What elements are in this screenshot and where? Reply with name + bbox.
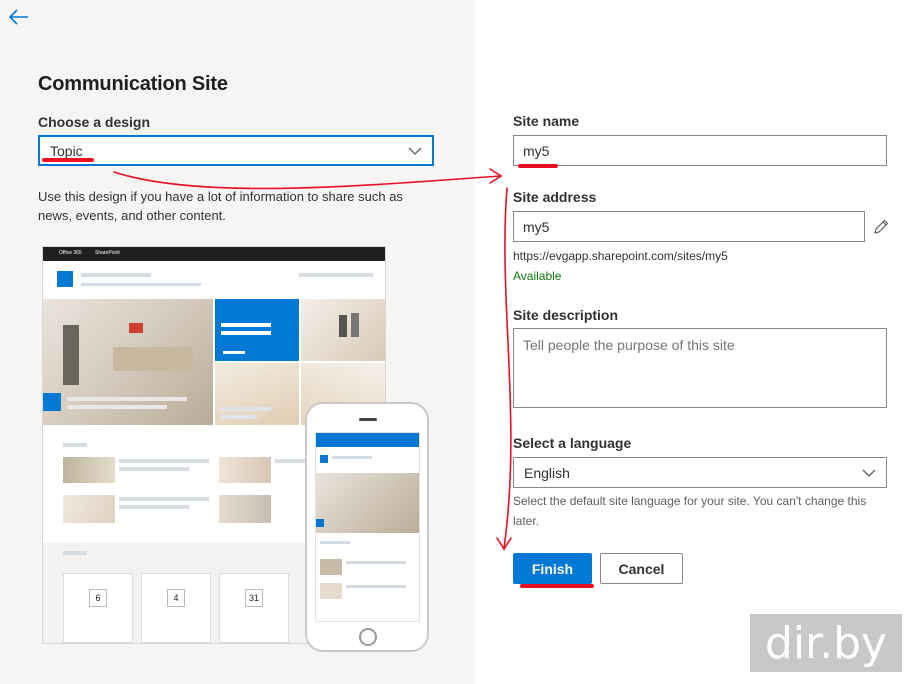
preview-suite-bar: Office 365 SharePoint [43, 247, 385, 261]
language-help-text: Select the default site language for you… [513, 494, 867, 528]
preview-sharepoint-label: SharePoint [95, 250, 120, 256]
language-dropdown-value: English [524, 464, 570, 481]
watermark: dir.by [750, 614, 902, 672]
site-url: https://evgapp.sharepoint.com/sites/my5 [513, 249, 728, 263]
edit-pencil-icon[interactable] [872, 218, 890, 236]
phone-preview-image [305, 402, 429, 652]
chevron-down-icon [862, 469, 876, 477]
preview-event-date: 31 [245, 589, 263, 607]
site-description-field[interactable] [513, 328, 887, 408]
preview-event-card [63, 573, 133, 643]
preview-event-card [219, 573, 289, 643]
availability-status: Available [513, 269, 562, 283]
language-label: Select a language [513, 435, 632, 451]
back-arrow-icon[interactable] [8, 8, 30, 26]
site-name-input[interactable]: my5 [513, 135, 887, 166]
site-address-input[interactable]: my5 [513, 211, 865, 242]
site-name-label: Site name [513, 113, 580, 129]
site-name-value: my5 [523, 142, 550, 159]
preview-event-date: 4 [167, 589, 185, 607]
site-address-value: my5 [523, 218, 550, 235]
language-dropdown[interactable]: English [513, 457, 887, 488]
finish-button[interactable]: Finish [513, 553, 592, 584]
design-description: Use this design if you have a lot of inf… [38, 189, 403, 223]
design-label: Choose a design [38, 114, 151, 130]
page-title: Communication Site [38, 73, 228, 95]
site-address-label: Site address [513, 189, 597, 205]
preview-office-label: Office 365 [59, 250, 82, 256]
chevron-down-icon [408, 147, 422, 155]
design-dropdown[interactable]: Topic [38, 135, 434, 166]
design-dropdown-value: Topic [50, 142, 83, 159]
preview-event-date: 6 [89, 589, 107, 607]
site-description-label: Site description [513, 307, 619, 323]
cancel-button[interactable]: Cancel [600, 553, 683, 584]
preview-logo [57, 271, 73, 287]
preview-event-card [141, 573, 211, 643]
